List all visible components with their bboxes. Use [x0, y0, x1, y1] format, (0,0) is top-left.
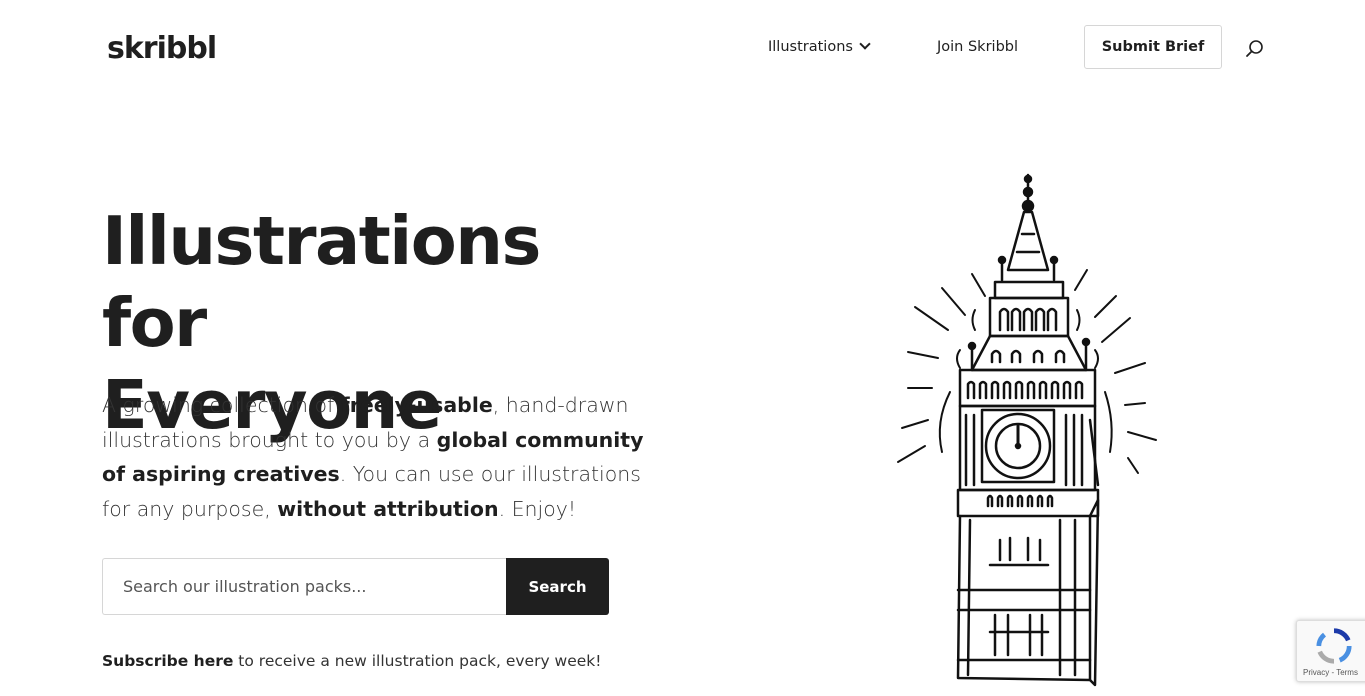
chevron-down-icon: [859, 38, 871, 50]
intro-part: . Enjoy!: [498, 496, 577, 521]
title-line-1: Illustrations for: [102, 202, 541, 362]
nav-join-skribbl[interactable]: Join Skribbl: [937, 39, 1018, 55]
recaptcha-text[interactable]: Privacy - Terms: [1303, 668, 1358, 677]
nav-illustrations-label: Illustrations: [768, 39, 853, 55]
intro-bold: freely-usable: [340, 393, 493, 417]
recaptcha-icon: [1316, 628, 1352, 664]
logo[interactable]: skribbl: [107, 31, 217, 66]
subscribe-text: Subscribe here to receive a new illustra…: [102, 652, 601, 670]
big-ben-illustration: [897, 173, 1157, 687]
search-icon[interactable]: [1245, 39, 1265, 59]
search-button[interactable]: Search: [506, 558, 609, 615]
search-input[interactable]: [102, 558, 507, 615]
intro-bold: without attribution: [277, 496, 499, 521]
intro-part: A growing collection of: [102, 393, 341, 417]
subscribe-rest: to receive a new illustration pack, ever…: [233, 652, 602, 670]
subscribe-link[interactable]: Subscribe here: [102, 652, 233, 670]
nav-illustrations[interactable]: Illustrations: [768, 38, 871, 55]
recaptcha-badge: Privacy - Terms: [1296, 620, 1365, 682]
submit-brief-button[interactable]: Submit Brief: [1084, 25, 1222, 69]
intro-text: A growing collection of freely-usable, h…: [102, 388, 662, 526]
